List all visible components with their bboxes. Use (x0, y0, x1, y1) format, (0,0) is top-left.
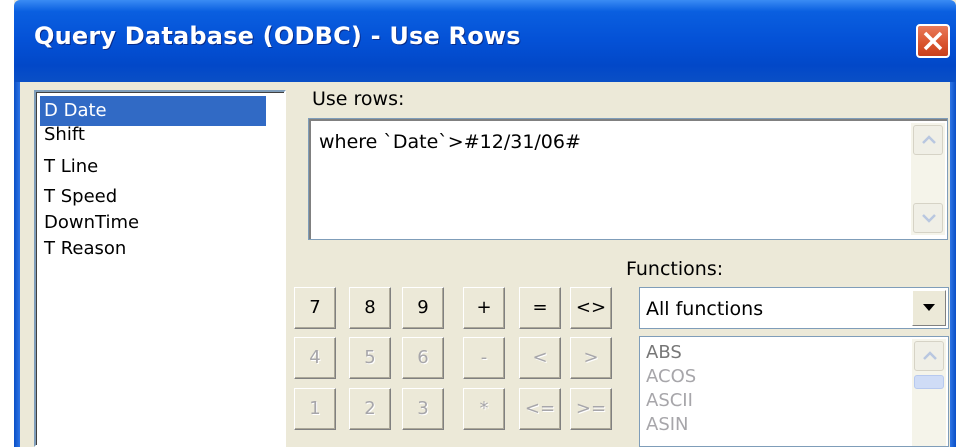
functions-dropdown-button[interactable] (912, 290, 946, 326)
key-greater-than-button[interactable]: > (570, 337, 612, 379)
functions-scroll-thumb[interactable] (914, 375, 944, 389)
scroll-down-button[interactable] (913, 203, 943, 233)
key-greater-equal-button[interactable]: >= (570, 388, 612, 430)
window-frame-right (950, 82, 956, 447)
functions-label: Functions: (626, 258, 724, 280)
dropdown-arrow-icon (923, 304, 935, 311)
key-5-button[interactable]: 5 (349, 337, 391, 379)
key-not-equal-button[interactable]: <> (570, 287, 612, 329)
function-item-ascii[interactable]: ASCII (646, 389, 693, 413)
key-1-button[interactable]: 1 (294, 388, 336, 430)
use-rows-label: Use rows: (312, 88, 405, 110)
key-4-button[interactable]: 4 (294, 337, 336, 379)
close-button[interactable] (916, 24, 950, 58)
key-minus-button[interactable]: - (463, 337, 505, 379)
chevron-up-icon (923, 351, 937, 360)
field-item-shift[interactable]: Shift (40, 120, 89, 150)
functions-list[interactable]: ABS ACOS ASCII ASIN (639, 336, 949, 447)
window-title: Query Database (ODBC) - Use Rows (34, 22, 521, 50)
function-item-asin[interactable]: ASIN (646, 413, 689, 437)
key-6-button[interactable]: 6 (402, 337, 444, 379)
chevron-up-icon (922, 135, 936, 144)
functions-dropdown[interactable]: All functions (639, 287, 949, 329)
key-2-button[interactable]: 2 (349, 388, 391, 430)
field-item-line[interactable]: T Line (40, 152, 102, 182)
function-item-acos[interactable]: ACOS (646, 365, 696, 389)
scroll-up-button[interactable] (913, 125, 943, 155)
field-item-reason[interactable]: T Reason (40, 234, 130, 264)
chevron-down-icon (922, 214, 936, 223)
key-equals-button[interactable]: = (519, 287, 561, 329)
key-less-than-button[interactable]: < (519, 337, 561, 379)
key-3-button[interactable]: 3 (402, 388, 444, 430)
window-frame-left (14, 82, 20, 447)
key-multiply-button[interactable]: * (463, 388, 505, 430)
function-item-abs[interactable]: ABS (646, 341, 682, 365)
close-icon (923, 31, 943, 51)
key-plus-button[interactable]: + (463, 287, 505, 329)
use-rows-scrollbar[interactable] (911, 123, 945, 235)
key-9-button[interactable]: 9 (402, 287, 444, 329)
functions-scroll-up-button[interactable] (914, 341, 944, 371)
key-7-button[interactable]: 7 (294, 287, 336, 329)
functions-dropdown-value: All functions (646, 298, 764, 320)
use-rows-text: where `Date`>#12/31/06# (319, 131, 581, 153)
field-list[interactable]: D Date Shift T Line T Speed DownTime T R… (34, 90, 286, 447)
key-8-button[interactable]: 8 (349, 287, 391, 329)
functions-scrollbar[interactable] (912, 339, 946, 446)
title-bar[interactable]: Query Database (ODBC) - Use Rows (14, 0, 956, 82)
key-less-equal-button[interactable]: <= (519, 388, 561, 430)
query-database-dialog: Query Database (ODBC) - Use Rows D Date … (14, 0, 956, 447)
use-rows-textarea[interactable]: where `Date`>#12/31/06# (308, 118, 948, 240)
